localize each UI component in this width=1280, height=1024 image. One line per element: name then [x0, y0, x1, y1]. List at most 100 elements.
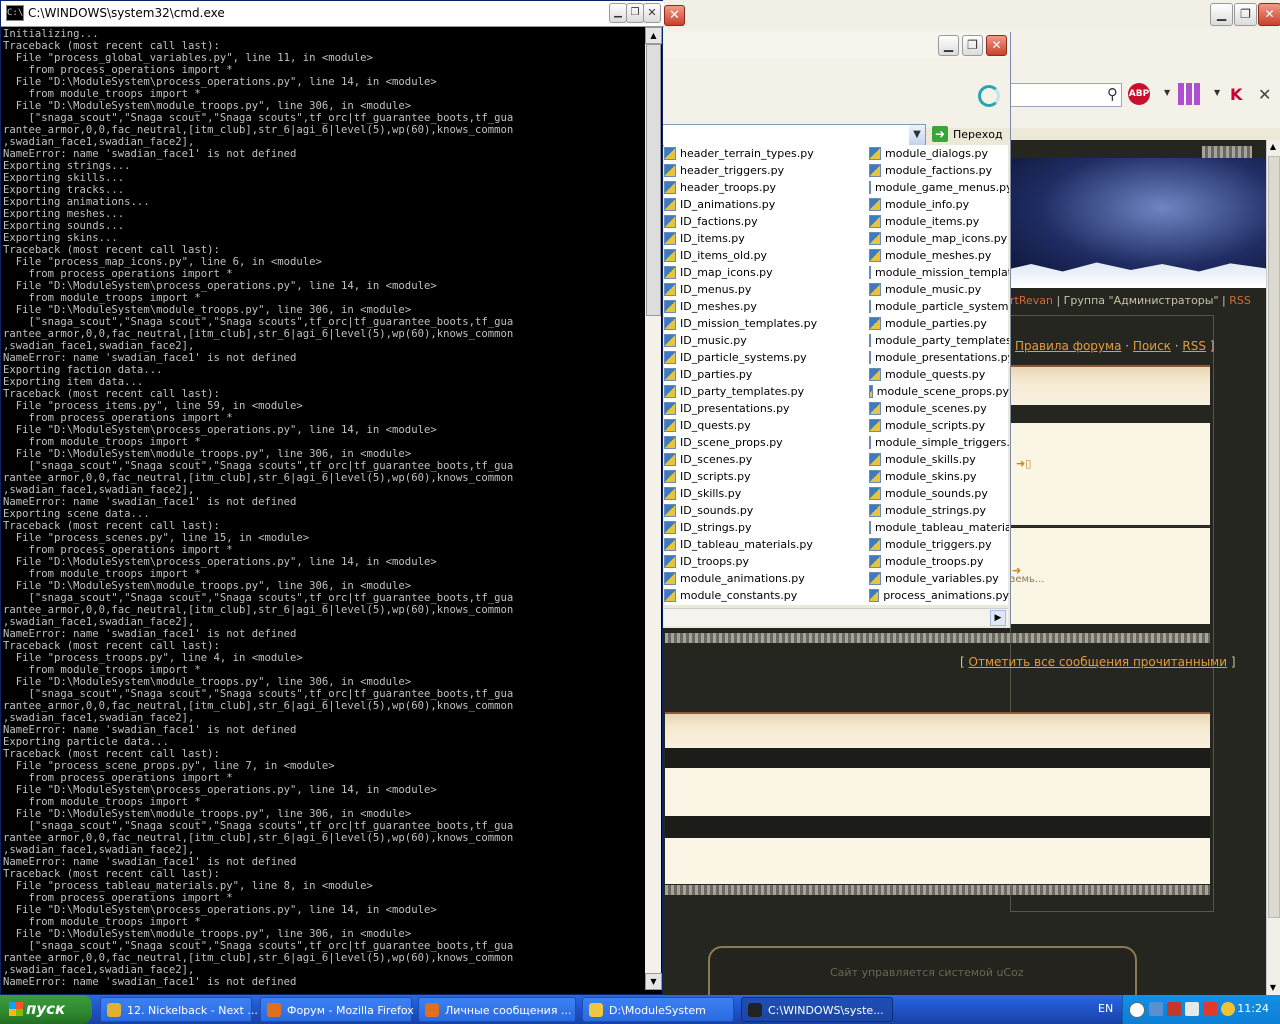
mark-all-read-link[interactable]: Отметить все сообщения прочитанными: [969, 655, 1228, 669]
close-button[interactable]: ✕: [986, 35, 1007, 56]
username-link[interactable]: rtRevan: [1010, 294, 1053, 307]
scroll-thumb[interactable]: [1268, 156, 1280, 918]
go-arrow-icon[interactable]: ➜: [932, 126, 948, 142]
close-button[interactable]: ✕: [643, 3, 661, 23]
clock[interactable]: 11:24: [1237, 1002, 1269, 1015]
scroll-up-icon[interactable]: ▲: [1267, 140, 1279, 154]
close-toolbar-icon[interactable]: ✕: [1258, 85, 1271, 104]
taskbar-button[interactable]: D:\ModuleSystem: [582, 997, 734, 1022]
search-icon[interactable]: ⚲: [1107, 85, 1118, 103]
taskbar-button[interactable]: 12. Nickelback - Next ...: [100, 997, 258, 1022]
file-item[interactable]: ID_sounds.py: [664, 502, 864, 519]
maximize-button[interactable]: ❐: [1234, 3, 1257, 26]
file-item[interactable]: module_map_icons.py: [869, 230, 1009, 247]
file-item[interactable]: ID_music.py: [664, 332, 864, 349]
file-item[interactable]: ID_scene_props.py: [664, 434, 864, 451]
file-item[interactable]: module_info.py: [869, 196, 1009, 213]
file-item[interactable]: module_dialogs.py: [869, 145, 1009, 162]
file-item[interactable]: header_terrain_types.py: [664, 145, 864, 162]
file-item[interactable]: module_animations.py: [664, 570, 864, 587]
bookmark-k-icon[interactable]: K: [1230, 85, 1242, 104]
file-item[interactable]: ID_animations.py: [664, 196, 864, 213]
search-input[interactable]: ⚲: [1010, 83, 1122, 107]
file-item[interactable]: module_game_menus.py: [869, 179, 1009, 196]
file-item[interactable]: module_mission_templates: [869, 264, 1009, 281]
minimize-button[interactable]: ▁: [1210, 3, 1233, 26]
rules-link[interactable]: Правила форума: [1015, 339, 1121, 353]
file-item[interactable]: ID_items_old.py: [664, 247, 864, 264]
file-item[interactable]: ID_scripts.py: [664, 468, 864, 485]
console-output[interactable]: Initializing... Traceback (most recent c…: [3, 28, 641, 988]
taskbar-button[interactable]: Форум - Mozilla Firefox: [260, 997, 414, 1022]
file-item[interactable]: ID_map_icons.py: [664, 264, 864, 281]
file-list[interactable]: header_terrain_types.py header_triggers.p…: [664, 145, 1009, 605]
apps-grid-icon[interactable]: [1178, 83, 1200, 105]
file-item[interactable]: module_troops.py: [869, 553, 1009, 570]
file-item[interactable]: module_presentations.py: [869, 349, 1009, 366]
file-item[interactable]: ID_troops.py: [664, 553, 864, 570]
new-posts-icon[interactable]: ➜▯: [1016, 457, 1031, 470]
file-item[interactable]: ID_strings.py: [664, 519, 864, 536]
page-scrollbar[interactable]: ▲ ▼: [1266, 140, 1280, 995]
file-item[interactable]: module_scene_props.py: [869, 383, 1009, 400]
file-item[interactable]: module_particle_systems.: [869, 298, 1009, 315]
minimize-button[interactable]: ▁: [938, 35, 959, 56]
scroll-down-icon[interactable]: ▼: [645, 973, 662, 990]
start-button[interactable]: пуск: [0, 995, 92, 1024]
taskbar-button[interactable]: C:\WINDOWS\syste...: [741, 997, 893, 1022]
go-button[interactable]: Переход: [953, 128, 1003, 141]
file-item[interactable]: module_tableau_materials: [869, 519, 1009, 536]
file-item[interactable]: ID_quests.py: [664, 417, 864, 434]
file-item[interactable]: ID_presentations.py: [664, 400, 864, 417]
messenger-icon[interactable]: [1221, 1002, 1235, 1016]
ati-icon[interactable]: [1167, 1002, 1181, 1016]
rss-link[interactable]: RSS: [1229, 294, 1251, 307]
file-item[interactable]: ID_parties.py: [664, 366, 864, 383]
scroll-down-icon[interactable]: ▼: [1267, 981, 1279, 995]
close-icon[interactable]: ✕: [664, 5, 685, 26]
chevron-down-icon[interactable]: ▼: [909, 125, 925, 145]
adblock-icon[interactable]: ABP: [1128, 83, 1150, 105]
tray-app-icon[interactable]: [1203, 1002, 1217, 1016]
console-scrollbar[interactable]: ▲ ▼: [645, 27, 662, 990]
file-item[interactable]: module_items.py: [869, 213, 1009, 230]
file-item[interactable]: module_music.py: [869, 281, 1009, 298]
file-item[interactable]: module_simple_triggers.py: [869, 434, 1009, 451]
file-item[interactable]: header_triggers.py: [664, 162, 864, 179]
file-item[interactable]: module_constants.py: [664, 587, 864, 604]
horizontal-scrollbar[interactable]: ▶: [664, 608, 1008, 626]
minimize-button[interactable]: ▁: [609, 3, 627, 23]
close-button[interactable]: ✕: [1258, 3, 1280, 26]
tray-chevron-icon[interactable]: [1129, 1002, 1145, 1018]
maximize-button[interactable]: ❐: [626, 3, 644, 23]
file-item[interactable]: module_skills.py: [869, 451, 1009, 468]
file-item[interactable]: module_meshes.py: [869, 247, 1009, 264]
file-item[interactable]: module_scripts.py: [869, 417, 1009, 434]
file-item[interactable]: ID_particle_systems.py: [664, 349, 864, 366]
scroll-thumb[interactable]: [646, 44, 661, 316]
file-item[interactable]: ID_scenes.py: [664, 451, 864, 468]
file-item[interactable]: module_skins.py: [869, 468, 1009, 485]
file-item[interactable]: module_scenes.py: [869, 400, 1009, 417]
explorer-titlebar[interactable]: ▁ ❐ ✕: [660, 32, 1010, 58]
file-item[interactable]: header_troops.py: [664, 179, 864, 196]
cmd-titlebar[interactable]: C:\ C:\WINDOWS\system32\cmd.exe ▁ ❐ ✕: [1, 1, 664, 27]
file-item[interactable]: ID_tableau_materials.py: [664, 536, 864, 553]
file-item[interactable]: module_sounds.py: [869, 485, 1009, 502]
search-link[interactable]: Поиск: [1133, 339, 1171, 353]
maximize-button[interactable]: ❐: [962, 35, 983, 56]
taskbar-button[interactable]: Личные сообщения ...: [418, 997, 576, 1022]
scroll-right-icon[interactable]: ▶: [990, 610, 1006, 626]
file-item[interactable]: module_triggers.py: [869, 536, 1009, 553]
address-bar[interactable]: ▼: [660, 124, 926, 146]
volume-icon[interactable]: [1185, 1002, 1199, 1016]
file-item[interactable]: module_quests.py: [869, 366, 1009, 383]
chevron-down-icon[interactable]: ▼: [1214, 88, 1220, 97]
scroll-up-icon[interactable]: ▲: [645, 27, 662, 44]
file-item[interactable]: module_variables.py: [869, 570, 1009, 587]
language-indicator[interactable]: EN: [1098, 1002, 1113, 1015]
file-item[interactable]: ID_items.py: [664, 230, 864, 247]
cmd-window[interactable]: C:\ C:\WINDOWS\system32\cmd.exe ▁ ❐ ✕ In…: [0, 0, 664, 995]
file-item[interactable]: module_strings.py: [869, 502, 1009, 519]
file-item[interactable]: module_party_templates.: [869, 332, 1009, 349]
